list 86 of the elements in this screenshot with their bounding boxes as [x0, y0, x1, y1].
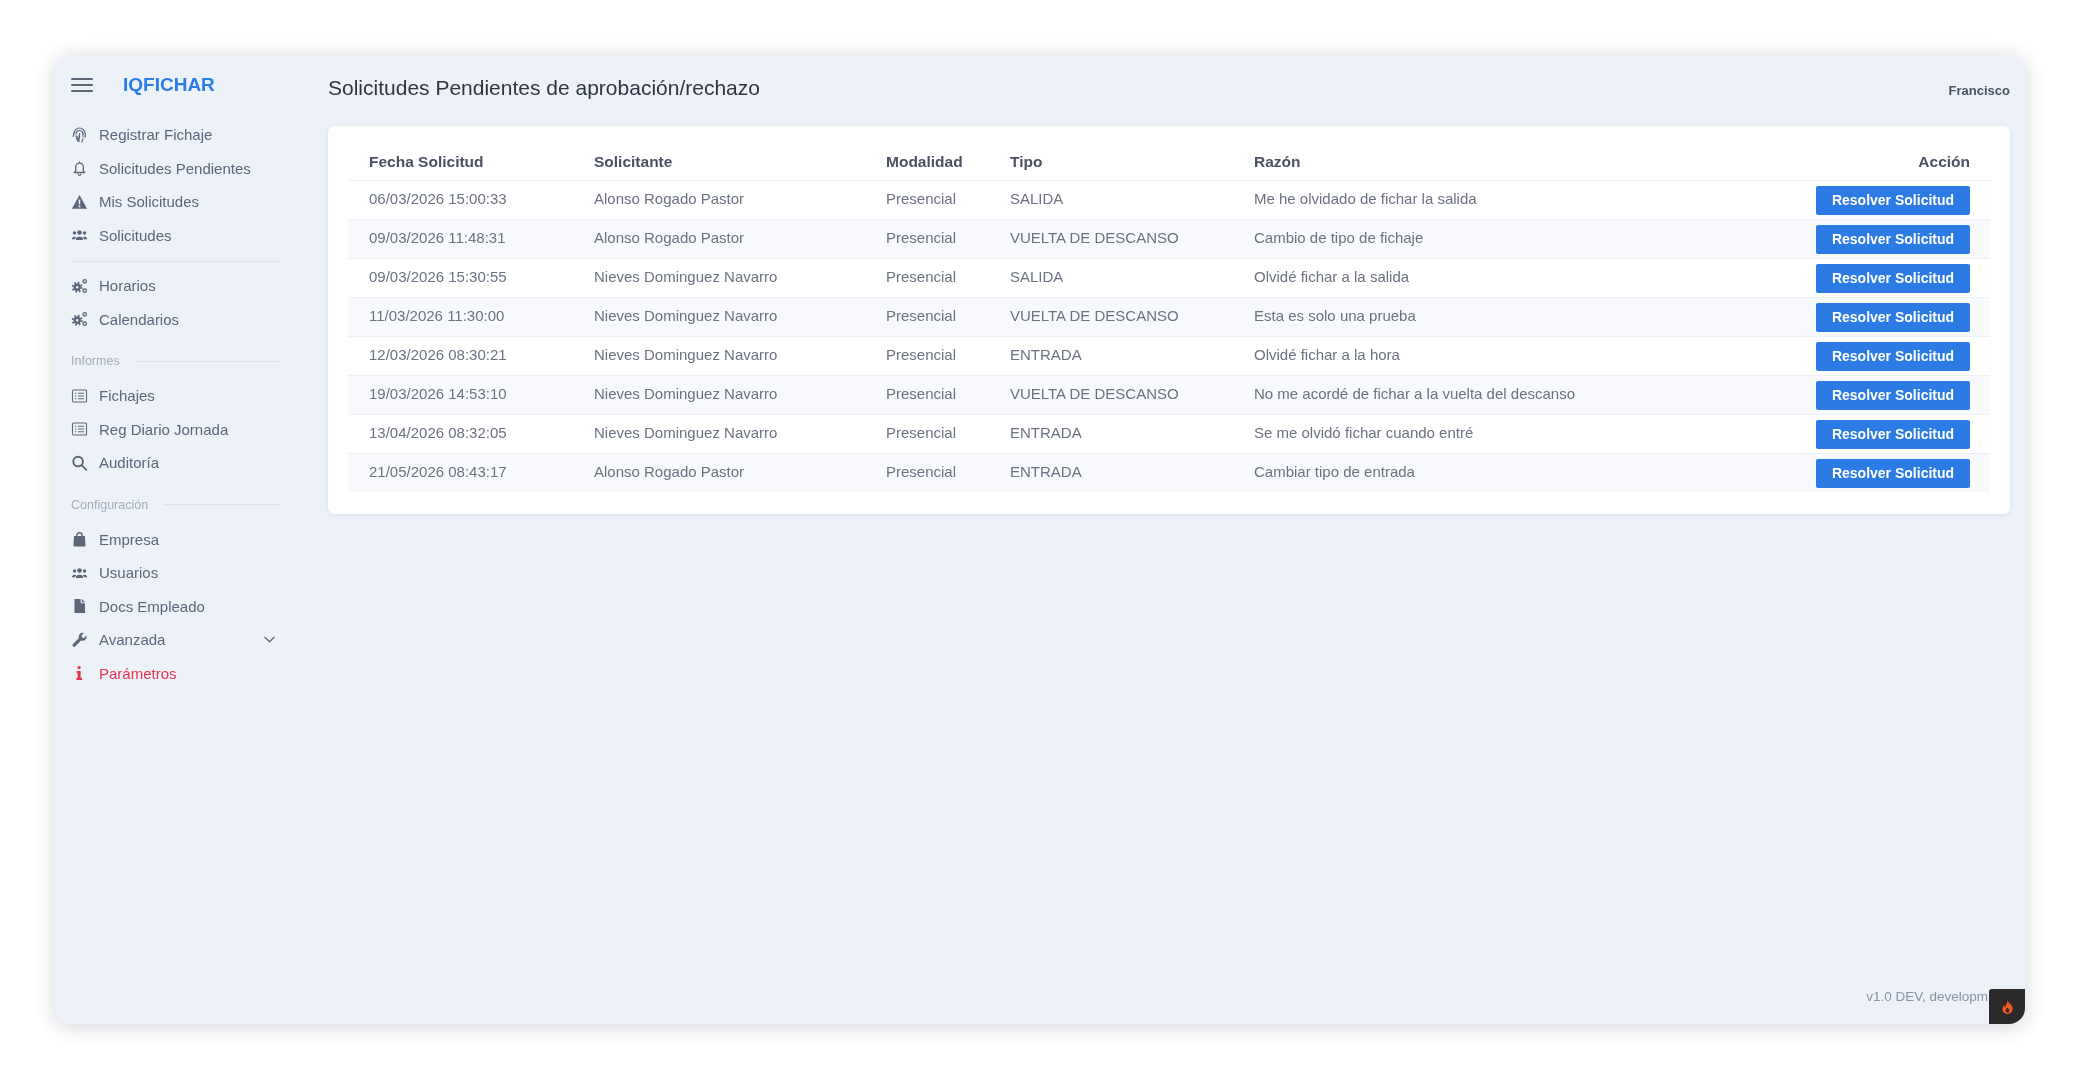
version-text: v1.0 DEV, developm [1866, 988, 1988, 1006]
table-cell-text: 19/03/2026 14:53:10 [368, 385, 508, 402]
flame-icon[interactable] [1989, 989, 2025, 1024]
sidebar-item[interactable]: Mis Solicitudes [71, 185, 280, 219]
table-cell-text: Me he olvidado de fichar la salida [1253, 190, 1478, 207]
table-cell-text: Presencial [885, 463, 958, 480]
table-cell-text: SALIDA [1009, 190, 1065, 207]
bag-icon [71, 531, 88, 548]
table-cell-text: 12/03/2026 08:30:21 [368, 346, 508, 363]
resolve-button[interactable]: Resolver Solicitud [1816, 380, 1970, 410]
column-header: Solicitante [593, 153, 674, 171]
sidebar-item[interactable]: Usuarios [71, 556, 280, 590]
table-cell-text: VUELTA DE DESCANSO [1009, 385, 1180, 402]
sidebar-item[interactable]: Auditoría [71, 446, 280, 480]
sidebar-item[interactable]: Parámetros [71, 656, 280, 690]
list-icon [71, 387, 88, 404]
table-cell-text: Presencial [885, 307, 958, 324]
table-cell-text: ENTRADA [1009, 463, 1083, 480]
resolve-button[interactable]: Resolver Solicitud [1816, 185, 1970, 215]
table-cell-text: ENTRADA [1009, 424, 1083, 441]
resolve-button[interactable]: Resolver Solicitud [1816, 458, 1970, 488]
search-icon [71, 454, 88, 471]
menu-icon[interactable] [71, 78, 93, 92]
table-cell-text: Nieves Dominguez Navarro [593, 307, 779, 324]
table-cell-text: Nieves Dominguez Navarro [593, 346, 779, 363]
resolve-button[interactable]: Resolver Solicitud [1816, 302, 1970, 332]
sidebar-item[interactable]: Docs Empleado [71, 589, 280, 623]
app-logo[interactable]: IQFICHAR [123, 75, 215, 95]
table-cell-text: Nieves Dominguez Navarro [593, 385, 779, 402]
table-cell-text: Presencial [885, 424, 958, 441]
sidebar-item[interactable]: Registrar Fichaje [71, 118, 280, 152]
column-header: Fecha Solicitud [368, 153, 485, 171]
table-cell-text: Alonso Rogado Pastor [593, 190, 746, 207]
table-cell-text: Presencial [885, 385, 958, 402]
gears-icon [71, 277, 88, 294]
wrench-icon [71, 631, 88, 648]
table-cell-text: 13/04/2026 08:32:05 [368, 424, 508, 441]
sidebar-item[interactable]: Horarios [71, 269, 280, 303]
sidebar-item[interactable]: Empresa [71, 522, 280, 556]
sidebar-item[interactable]: Fichajes [71, 379, 280, 413]
table-cell-text: 09/03/2026 11:48:31 [368, 229, 507, 246]
gears-icon [71, 311, 88, 328]
table-cell-text: 11/03/2026 11:30:00 [368, 307, 506, 324]
table-cell-text: Presencial [885, 268, 958, 285]
table-cell-text: 21/05/2026 08:43:17 [368, 463, 508, 480]
table-cell-text: Cambiar tipo de entrada [1253, 463, 1416, 480]
fingerprint-icon [71, 126, 88, 143]
table-cell-text: Nieves Dominguez Navarro [593, 268, 779, 285]
page-title: Solicitudes Pendientes de aprobación/rechazo [328, 75, 760, 101]
sidebar-item[interactable]: Solicitudes Pendientes [71, 151, 280, 185]
table-cell-text: 06/03/2026 15:00:33 [368, 190, 508, 207]
resolve-button[interactable]: Resolver Solicitud [1816, 263, 1970, 293]
table-cell-text: VUELTA DE DESCANSO [1009, 307, 1180, 324]
table-cell-text: Se me olvidó fichar cuando entré [1253, 424, 1475, 441]
resolve-button[interactable]: Resolver Solicitud [1816, 224, 1970, 254]
sidebar-item[interactable]: Avanzada [71, 623, 280, 657]
column-header: Acción [1918, 153, 1971, 171]
resolve-button[interactable]: Resolver Solicitud [1816, 341, 1970, 371]
table-cell-text: Presencial [885, 229, 958, 246]
table-cell-text: ENTRADA [1009, 346, 1083, 363]
table-cell-text: 09/03/2026 15:30:55 [368, 268, 508, 285]
table-cell-text: Olvidé fichar a la salida [1253, 268, 1411, 285]
table-cell-text: Esta es solo una prueba [1253, 307, 1417, 324]
column-header: Modalidad [885, 153, 964, 171]
table-cell-text: Presencial [885, 190, 958, 207]
section-label: Informes [71, 354, 120, 368]
warning-icon [71, 193, 88, 210]
section-label: Configuración [71, 497, 149, 512]
user-name[interactable]: Francisco [1948, 82, 2010, 98]
table-cell-text: Alonso Rogado Pastor [593, 463, 746, 480]
sidebar-item[interactable]: Reg Diario Jornada [71, 412, 280, 446]
column-header: Tipo [1009, 153, 1044, 171]
table-cell-text: Olvidé fichar a la hora [1253, 346, 1401, 363]
table-cell-text: VUELTA DE DESCANSO [1009, 229, 1180, 246]
table-cell-text: Cambio de tipo de fichaje [1253, 229, 1425, 246]
table-cell-text: Alonso Rogado Pastor [593, 229, 746, 246]
sidebar-item[interactable]: Solicitudes [71, 218, 280, 252]
table-cell-text: SALIDA [1009, 268, 1065, 285]
column-header: Razón [1253, 153, 1302, 171]
list-icon [71, 421, 88, 438]
table-cell-text: Presencial [885, 346, 958, 363]
table-cell-text: Nieves Dominguez Navarro [593, 424, 779, 441]
resolve-button[interactable]: Resolver Solicitud [1816, 419, 1970, 449]
table-cell-text: No me acordé de fichar a la vuelta del descanso [1253, 385, 1577, 402]
sidebar-item[interactable]: Calendarios [71, 302, 280, 336]
bell-icon [71, 160, 88, 177]
